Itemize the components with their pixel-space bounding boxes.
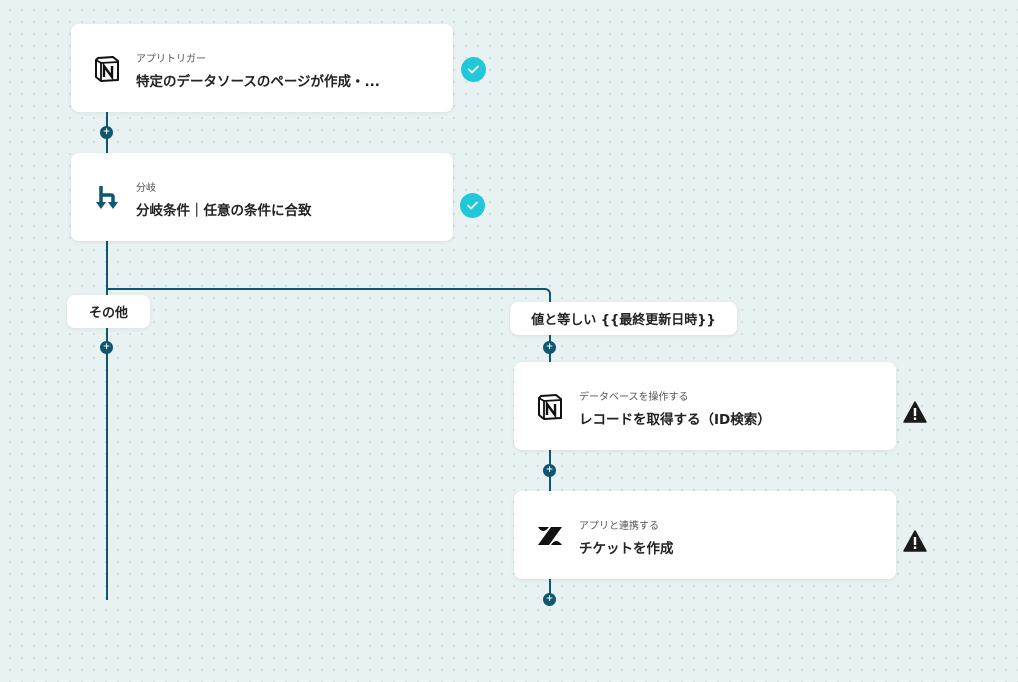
step-card-notion-db[interactable]: データベースを操作する レコードを取得する（ID検索） (514, 362, 896, 450)
branch-label-other[interactable]: その他 (67, 295, 150, 328)
step-card-branch[interactable]: 分岐 分岐条件｜任意の条件に合致 (71, 153, 453, 241)
step-title: 特定のデータソースのページが作成・... (136, 74, 380, 90)
step-title: 分岐条件｜任意の条件に合致 (136, 203, 312, 219)
step-card-zendesk[interactable]: アプリと連携する チケットを作成 (514, 491, 896, 579)
add-step-node[interactable]: + (100, 126, 113, 139)
step-category: 分岐 (136, 183, 156, 194)
connector-line (106, 288, 544, 290)
warning-icon (903, 530, 927, 552)
branch-label-condition[interactable]: 値と等しい {{最終更新日時}} (510, 302, 737, 335)
notion-icon (95, 56, 119, 82)
add-step-node[interactable]: + (543, 593, 556, 606)
add-step-node[interactable]: + (100, 341, 113, 354)
zendesk-icon (538, 527, 562, 545)
step-category: アプリと連携する (579, 521, 659, 532)
step-category: アプリトリガー (136, 54, 206, 65)
branch-icon (96, 186, 118, 209)
step-category: データベースを操作する (579, 392, 689, 403)
add-step-node[interactable]: + (543, 464, 556, 477)
check-icon (460, 193, 485, 218)
notion-icon (538, 394, 562, 420)
warning-icon (903, 401, 927, 423)
check-icon (461, 57, 486, 82)
step-title: レコードを取得する（ID検索） (579, 412, 771, 428)
step-title: チケットを作成 (579, 541, 674, 557)
add-step-node[interactable]: + (543, 341, 556, 354)
step-card-trigger[interactable]: アプリトリガー 特定のデータソースのページが作成・... (71, 24, 453, 112)
